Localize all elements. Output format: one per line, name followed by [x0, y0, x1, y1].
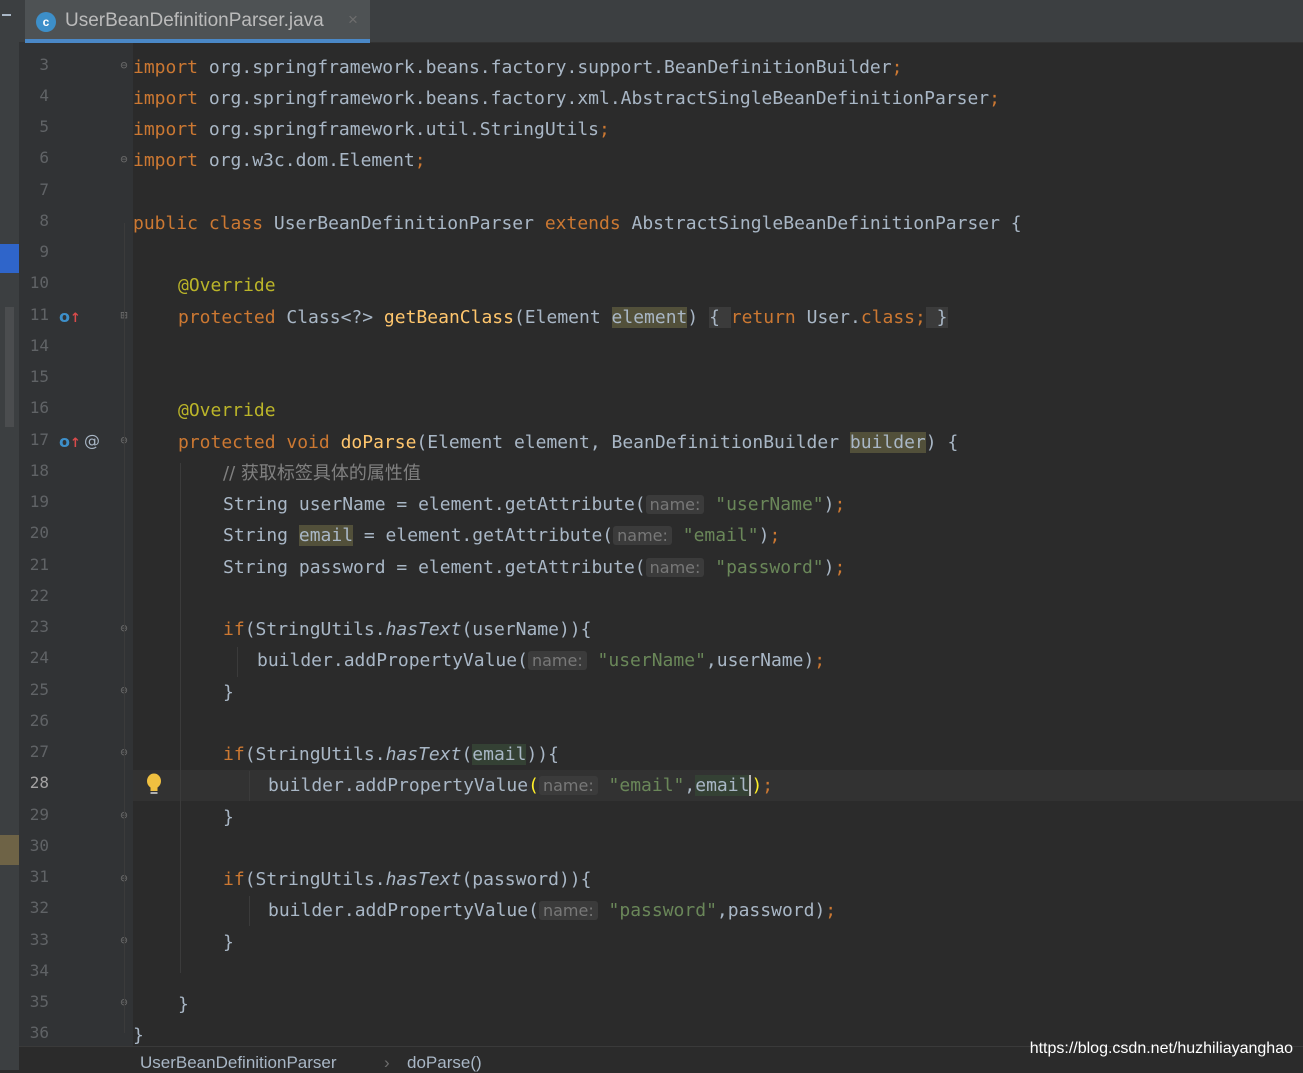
text-cursor: )	[749, 775, 763, 796]
code-line: protected Class<?> getBeanClass(Element …	[178, 307, 948, 328]
strip-marker	[0, 835, 19, 865]
line-number: 4	[39, 86, 49, 105]
line-number: 35	[29, 992, 49, 1011]
tool-window-strip	[0, 0, 19, 1070]
current-line-number: 28	[29, 773, 49, 792]
line-number: 26	[29, 711, 49, 730]
line-number: 23	[29, 617, 49, 636]
line-number: 5	[39, 117, 49, 136]
code-line: String email = element.getAttribute(name…	[223, 525, 781, 546]
line-number: 9	[39, 242, 49, 261]
code-line: import org.w3c.dom.Element;	[133, 150, 426, 171]
line-number: 33	[29, 930, 49, 949]
line-number: 29	[29, 805, 49, 824]
line-number: 8	[39, 211, 49, 230]
code-line: }	[178, 994, 189, 1015]
breadcrumb-class[interactable]: UserBeanDefinitionParser	[140, 1053, 337, 1073]
override-method-icon[interactable]: o↑	[59, 432, 81, 451]
line-number: 30	[29, 836, 49, 855]
code-line: protected void doParse(Element element, …	[178, 432, 959, 453]
indent-guide	[237, 647, 238, 677]
strip-scroll[interactable]	[5, 307, 14, 427]
line-number: 14	[29, 336, 49, 355]
code-line-current: builder.addPropertyValue(name: "email",e…	[268, 775, 774, 796]
line-number: 21	[29, 555, 49, 574]
code-line: String password = element.getAttribute(n…	[223, 557, 846, 578]
code-line: @Override	[178, 275, 276, 296]
param-hint: name:	[538, 901, 598, 920]
minimize-icon[interactable]	[2, 14, 11, 16]
code-line: if(StringUtils.hasText(email)){	[223, 744, 559, 765]
line-number: 18	[29, 461, 49, 480]
code-line: String userName = element.getAttribute(n…	[223, 494, 846, 515]
line-number: 7	[39, 180, 49, 199]
breadcrumb-method[interactable]: doParse()	[407, 1053, 482, 1073]
code-line: public class UserBeanDefinitionParser ex…	[133, 213, 1022, 234]
override-method-icon[interactable]: o↑	[59, 307, 81, 326]
lightbulb-icon[interactable]	[143, 772, 165, 798]
code-line: }	[223, 682, 234, 703]
code-line: import org.springframework.beans.factory…	[133, 57, 903, 78]
code-line: import org.springframework.util.StringUt…	[133, 119, 610, 140]
indent-guide	[180, 463, 181, 973]
indent-guide	[249, 771, 250, 801]
fold-marker-icon[interactable]: ⊖	[118, 58, 130, 72]
line-number: 27	[29, 742, 49, 761]
indent-guide	[124, 223, 125, 1033]
line-number: 36	[29, 1023, 49, 1042]
line-number: 11	[29, 305, 49, 324]
param-hint: name:	[613, 526, 672, 545]
editor-tab-bar: c UserBeanDefinitionParser.java ×	[19, 0, 1303, 43]
line-number: 3	[39, 55, 49, 74]
line-number: 16	[29, 398, 49, 417]
param-hint: name:	[538, 776, 598, 795]
line-number: 15	[29, 367, 49, 386]
code-line: import org.springframework.beans.factory…	[133, 88, 1000, 109]
line-number: 25	[29, 680, 49, 699]
annotation-at-icon[interactable]: @	[84, 431, 100, 450]
line-number: 20	[29, 523, 49, 542]
code-editor[interactable]: import org.springframework.beans.factory…	[124, 43, 1303, 1046]
param-hint: name:	[527, 651, 587, 670]
line-number: 34	[29, 961, 49, 980]
indent-guide	[249, 896, 250, 926]
tab-title: UserBeanDefinitionParser.java	[65, 10, 324, 31]
param-hint: name:	[645, 558, 705, 577]
line-number: 19	[29, 492, 49, 511]
line-number: 22	[29, 586, 49, 605]
line-number: 32	[29, 898, 49, 917]
code-comment: // 获取标签具体的属性值	[223, 463, 421, 484]
code-line: builder.addPropertyValue(name: "userName…	[257, 650, 826, 671]
editor-tab[interactable]: c UserBeanDefinitionParser.java ×	[25, 0, 370, 43]
line-number: 31	[29, 867, 49, 886]
code-line: }	[223, 807, 234, 828]
param-hint: name:	[645, 495, 705, 514]
code-line: builder.addPropertyValue(name: "password…	[268, 900, 837, 921]
fold-marker-icon[interactable]: ⊖	[118, 152, 130, 166]
close-icon[interactable]: ×	[348, 10, 358, 30]
line-number: 24	[29, 648, 49, 667]
code-line: if(StringUtils.hasText(userName)){	[223, 619, 592, 640]
watermark: https://blog.csdn.net/huzhiliayanghao	[1029, 1040, 1293, 1057]
java-class-icon: c	[36, 12, 56, 32]
strip-marker	[0, 244, 19, 273]
line-number: 10	[29, 273, 49, 292]
line-number: 6	[39, 148, 49, 167]
code-line: @Override	[178, 400, 276, 421]
breadcrumb-separator: ›	[384, 1053, 390, 1072]
line-number: 17	[29, 430, 49, 449]
line-number-gutter: 3 4 5 6 7 8 9 10 11 14 15 16 17 18 19 20…	[19, 43, 133, 1046]
code-line: }	[223, 932, 234, 953]
code-line: if(StringUtils.hasText(password)){	[223, 869, 592, 890]
